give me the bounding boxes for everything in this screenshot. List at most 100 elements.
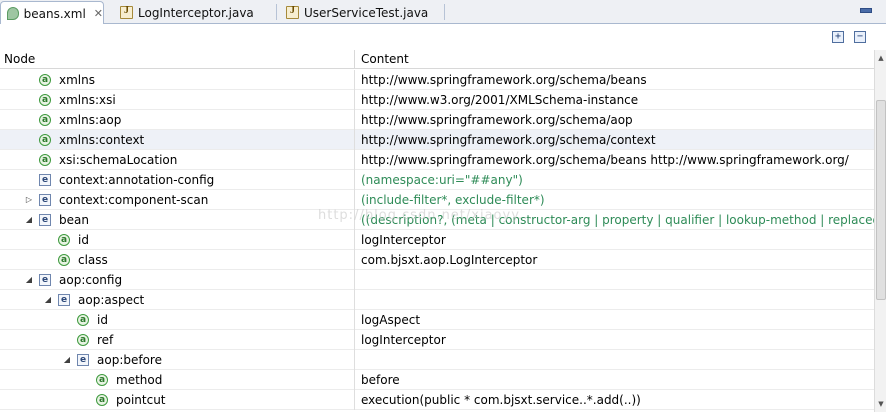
- node-cell[interactable]: a class: [0, 250, 354, 270]
- attribute-icon: a: [39, 114, 51, 126]
- table-row[interactable]: ◢ e aop:config: [0, 270, 874, 290]
- node-cell[interactable]: a method: [0, 370, 354, 390]
- collapse-twisty-icon[interactable]: ◢: [24, 210, 34, 230]
- element-icon: e: [77, 354, 89, 366]
- close-icon[interactable]: ✕: [94, 7, 103, 20]
- table-row[interactable]: e context:annotation-config (namespace:uri…: [0, 170, 874, 190]
- scroll-down-icon[interactable]: ▼: [875, 398, 886, 410]
- node-cell[interactable]: ◢ e aop:config: [0, 270, 354, 290]
- editor-tab-bar: beans.xml ✕ LogInterceptor.java UserServ…: [0, 0, 886, 25]
- node-cell[interactable]: a xmlns:xsi: [0, 90, 354, 110]
- content-cell[interactable]: logAspect: [354, 310, 874, 330]
- table-row[interactable]: a xmlns:aop http://www.springframework.org…: [0, 110, 874, 130]
- node-cell[interactable]: ▷ e context:component-scan: [0, 190, 354, 210]
- node-cell[interactable]: ◢ e aop:aspect: [0, 290, 354, 310]
- node-label: id: [97, 313, 108, 327]
- node-cell[interactable]: a id: [0, 310, 354, 330]
- element-icon: e: [39, 194, 51, 206]
- table-row[interactable]: a ref logInterceptor: [0, 330, 874, 350]
- node-cell[interactable]: a xmlns: [0, 70, 354, 90]
- node-cell[interactable]: a pointcut: [0, 390, 354, 410]
- node-cell[interactable]: ◢ e bean: [0, 210, 354, 230]
- attribute-icon: a: [96, 394, 108, 406]
- attribute-icon: a: [77, 314, 89, 326]
- collapse-all-button[interactable]: −: [854, 31, 866, 43]
- scroll-up-icon[interactable]: ▲: [875, 52, 886, 64]
- node-label: xmlns: [59, 73, 95, 87]
- table-row[interactable]: ◢ e aop:aspect: [0, 290, 874, 310]
- attribute-icon: a: [58, 234, 70, 246]
- java-file-icon: [286, 5, 299, 19]
- node-label: pointcut: [116, 393, 166, 407]
- element-icon: e: [58, 294, 70, 306]
- content-cell[interactable]: http://www.springframework.org/schema/be…: [354, 150, 874, 170]
- xml-file-icon: [7, 7, 19, 20]
- table-row[interactable]: a id logInterceptor: [0, 230, 874, 250]
- expand-all-button[interactable]: +: [832, 31, 844, 43]
- node-label: xsi:schemaLocation: [59, 153, 178, 167]
- attribute-icon: a: [39, 134, 51, 146]
- node-cell[interactable]: e context:annotation-config: [0, 170, 354, 190]
- content-cell[interactable]: (namespace:uri="##any"): [354, 170, 874, 190]
- tab-loginterceptor-java[interactable]: LogInterceptor.java: [114, 1, 274, 24]
- expand-twisty-icon[interactable]: ▷: [24, 190, 34, 210]
- node-cell[interactable]: a xmlns:context: [0, 130, 354, 150]
- table-row[interactable]: a pointcut execution(public * com.bjsxt.se…: [0, 390, 874, 410]
- content-cell[interactable]: before: [354, 370, 874, 390]
- node-cell[interactable]: a xmlns:aop: [0, 110, 354, 130]
- collapse-twisty-icon[interactable]: ◢: [62, 350, 72, 370]
- design-toolbar: + −: [0, 24, 886, 50]
- table-row[interactable]: a xmlns:context http://www.springframework…: [0, 130, 874, 150]
- node-cell[interactable]: ◢ e aop:before: [0, 350, 354, 370]
- table-row[interactable]: a xmlns:xsi http://www.w3.org/2001/XMLSche…: [0, 90, 874, 110]
- element-icon: e: [39, 174, 51, 186]
- scrollbar-thumb[interactable]: [876, 100, 886, 300]
- content-cell[interactable]: logInterceptor: [354, 230, 874, 250]
- content-cell[interactable]: http://www.springframework.org/schema/co…: [354, 130, 874, 150]
- node-label: ref: [97, 333, 114, 347]
- vertical-scrollbar[interactable]: ▲ ▼: [874, 50, 886, 412]
- table-row[interactable]: a id logAspect: [0, 310, 874, 330]
- xml-tree-table: a xmlns http://www.springframework.org/sch…: [0, 70, 874, 412]
- attribute-icon: a: [39, 74, 51, 86]
- table-row[interactable]: a method before: [0, 370, 874, 390]
- content-cell[interactable]: com.bjsxt.aop.LogInterceptor: [354, 250, 874, 270]
- content-cell[interactable]: http://www.springframework.org/schema/ao…: [354, 110, 874, 130]
- table-row[interactable]: a xmlns http://www.springframework.org/sch…: [0, 70, 874, 90]
- content-cell[interactable]: logInterceptor: [354, 330, 874, 350]
- table-row[interactable]: ▷ e context:component-scan (include-filter*…: [0, 190, 874, 210]
- column-header-content[interactable]: Content: [354, 50, 874, 69]
- table-row[interactable]: a xsi:schemaLocation http://www.springfram…: [0, 150, 874, 170]
- node-label: xmlns:aop: [59, 113, 122, 127]
- content-cell[interactable]: [354, 290, 874, 310]
- node-label: class: [78, 253, 108, 267]
- content-cell[interactable]: [354, 270, 874, 290]
- tab-userservicetest-java[interactable]: UserServiceTest.java: [280, 1, 446, 24]
- node-label: context:annotation-config: [59, 173, 215, 187]
- node-cell[interactable]: a ref: [0, 330, 354, 350]
- tab-label: UserServiceTest.java: [304, 5, 429, 20]
- content-cell[interactable]: execution(public * com.bjsxt.service..*.…: [354, 390, 874, 410]
- table-row[interactable]: a class com.bjsxt.aop.LogInterceptor: [0, 250, 874, 270]
- node-label: xmlns:context: [59, 133, 145, 147]
- tab-beans-xml[interactable]: beans.xml ✕: [0, 1, 104, 25]
- collapse-twisty-icon[interactable]: ◢: [43, 290, 53, 310]
- content-cell[interactable]: [354, 350, 874, 370]
- attribute-icon: a: [96, 374, 108, 386]
- minimize-icon[interactable]: [858, 3, 872, 13]
- node-cell[interactable]: a id: [0, 230, 354, 250]
- node-label: aop:config: [59, 273, 123, 287]
- node-label: id: [78, 233, 89, 247]
- collapse-twisty-icon[interactable]: ◢: [24, 270, 34, 290]
- content-cell[interactable]: http://www.springframework.org/schema/be…: [354, 70, 874, 90]
- column-header-node[interactable]: Node: [0, 50, 354, 69]
- tab-separator: [276, 4, 277, 20]
- node-cell[interactable]: a xsi:schemaLocation: [0, 150, 354, 170]
- table-row[interactable]: ◢ e aop:before: [0, 350, 874, 370]
- content-cell[interactable]: http://www.w3.org/2001/XMLSchema-instanc…: [354, 90, 874, 110]
- content-cell[interactable]: (include-filter*, exclude-filter*): [354, 190, 874, 210]
